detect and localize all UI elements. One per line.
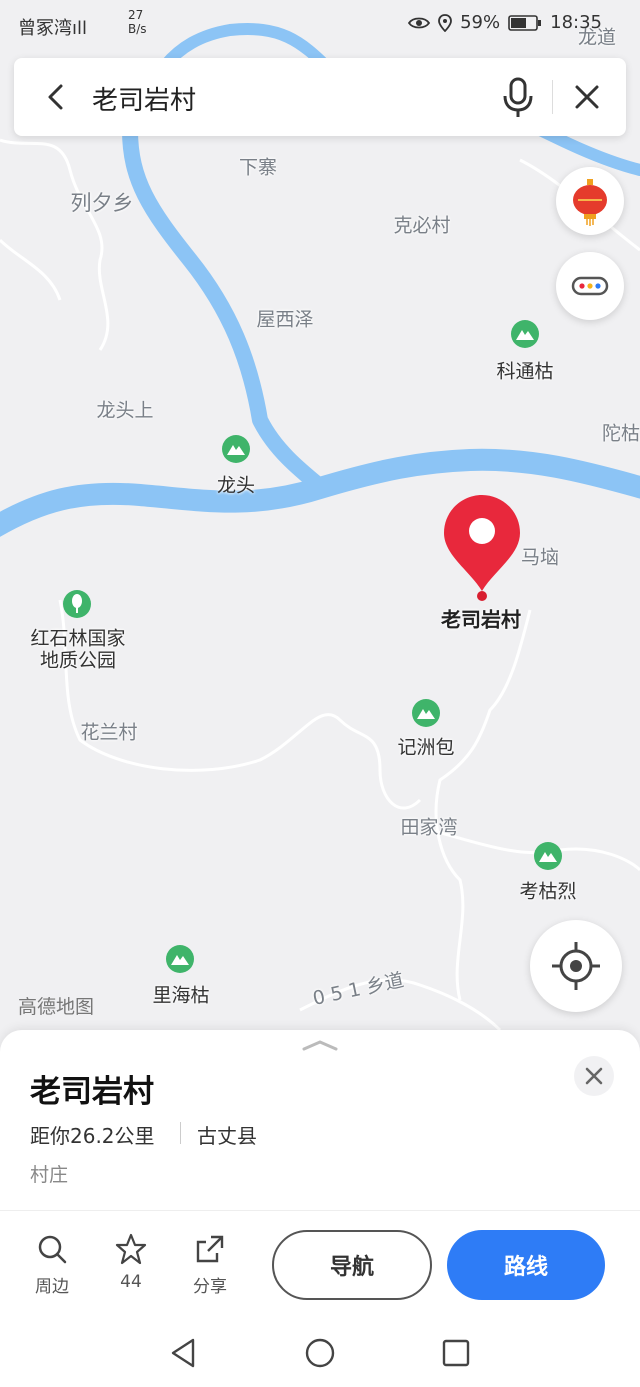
back-arrow-icon[interactable] [40, 80, 74, 114]
my-location-button[interactable] [530, 920, 622, 1012]
home-circle-icon[interactable] [304, 1336, 336, 1370]
map-label-tianjiawan: 田家湾 [400, 816, 458, 839]
map-label-liexixiang: 列夕乡 [70, 191, 134, 215]
share-icon [196, 1235, 224, 1263]
carrier-text: 曾冢湾ıll [18, 18, 88, 39]
search-icon [38, 1235, 67, 1264]
amap-watermark: 高德地图 [18, 996, 95, 1018]
eye-icon [408, 17, 431, 28]
location-icon [438, 13, 453, 32]
close-icon [585, 1067, 603, 1085]
nearby-label: 周边 [35, 1277, 69, 1297]
share-button[interactable]: 分享 [180, 1232, 240, 1297]
favorite-count: 44 [120, 1272, 142, 1292]
layers-button[interactable] [556, 252, 624, 320]
network-speed: 27 B/s [128, 8, 147, 36]
map-label-hongshilin-2[interactable]: 地质公园 [40, 646, 116, 673]
map-label-wuxize: 屋西泽 [256, 308, 314, 331]
search-query-text[interactable]: 老司岩村 [92, 80, 196, 117]
poi-mountain-icon[interactable] [533, 841, 563, 871]
sheet-divider [0, 1210, 640, 1211]
map-label-longtoushang: 龙头上 [96, 399, 154, 422]
star-icon [115, 1233, 147, 1265]
selected-location-pin-icon[interactable] [442, 493, 522, 603]
status-bar: 曾冢湾ıll 27 B/s 59% 18:35 [0, 0, 640, 48]
distance-text: 距你26.2公里 [30, 1124, 155, 1148]
place-title: 老司岩村 [30, 1074, 154, 1110]
poi-mountain-icon[interactable] [411, 698, 441, 728]
map-label-kebicun: 克必村 [393, 214, 451, 237]
battery-percent: 59% [460, 12, 501, 33]
poi-mountain-icon[interactable] [510, 319, 540, 349]
sheet-close-button[interactable] [574, 1056, 614, 1096]
info-divider [180, 1122, 181, 1144]
favorite-button[interactable]: 44 [101, 1232, 161, 1292]
map-label-ketonggu[interactable]: 科通枯 [496, 357, 553, 384]
status-right: 59% 18:35 [408, 12, 602, 33]
microphone-icon[interactable] [498, 76, 538, 120]
poi-mountain-icon[interactable] [165, 944, 195, 974]
system-nav-bar [0, 1318, 640, 1387]
county-text: 古丈县 [197, 1124, 257, 1148]
lantern-icon [573, 179, 607, 226]
drag-handle-icon[interactable] [300, 1038, 340, 1052]
poi-mountain-icon[interactable] [221, 434, 251, 464]
map-label-hualancun: 花兰村 [80, 721, 138, 744]
map-label-mawo: 马垴 [520, 546, 560, 569]
map-label-jizhoubao[interactable]: 记洲包 [397, 733, 454, 760]
nearby-button[interactable]: 周边 [22, 1232, 82, 1297]
search-divider [552, 80, 553, 114]
share-label: 分享 [193, 1277, 227, 1297]
map-label-laosiyancun[interactable]: 老司岩村 [441, 604, 521, 633]
close-icon[interactable] [570, 80, 604, 114]
route-button[interactable]: 路线 [447, 1230, 605, 1300]
battery-icon [508, 14, 542, 31]
back-triangle-icon[interactable] [168, 1336, 200, 1370]
map-label-lihaigu[interactable]: 里海枯 [152, 981, 209, 1008]
map-canvas[interactable]: 龙道 下寨 列夕乡 克必村 屋西泽 科通枯 龙头上 陀枯 龙头 马垴 老司岩村 … [0, 0, 640, 1060]
clock: 18:35 [550, 12, 602, 33]
navigate-button[interactable]: 导航 [272, 1230, 432, 1300]
festival-lantern-button[interactable] [556, 167, 624, 235]
map-label-longtou[interactable]: 龙头 [217, 471, 255, 498]
recents-square-icon[interactable] [440, 1336, 472, 1370]
crosshair-icon [552, 942, 600, 990]
layers-icon [571, 276, 609, 296]
map-label-kaoguli[interactable]: 考枯烈 [519, 877, 576, 904]
search-bar[interactable]: 老司岩村 [14, 58, 626, 136]
poi-tree-icon[interactable] [62, 589, 92, 619]
category-text: 村庄 [30, 1164, 69, 1186]
map-label-tuogu: 陀枯 [601, 422, 640, 445]
map-label-xiazhai: 下寨 [238, 156, 278, 179]
